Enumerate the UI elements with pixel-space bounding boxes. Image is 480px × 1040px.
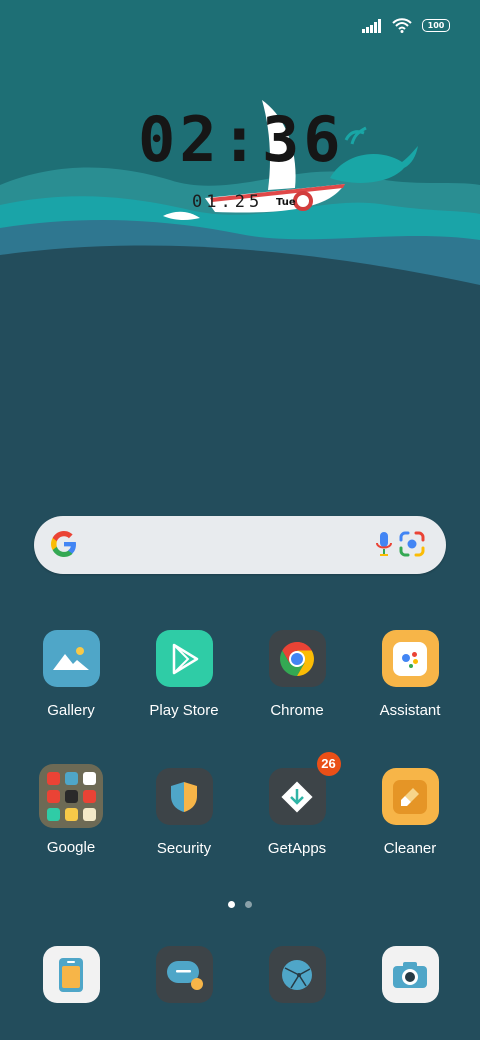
app-getapps[interactable]: 26 GetApps [241,752,353,857]
page-dot[interactable] [245,901,252,908]
mic-icon[interactable] [376,532,392,558]
app-security[interactable]: Security [128,768,240,857]
google-search-bar[interactable] [34,516,446,574]
lens-icon[interactable] [398,530,426,558]
browser-icon [268,946,326,1003]
camera-icon [381,946,439,1003]
gallery-icon [42,630,100,687]
app-label: Gallery [47,702,95,719]
dock-messages[interactable] [128,946,240,1003]
phone-icon [42,946,100,1003]
app-label: Play Store [149,702,219,719]
app-play-store[interactable]: Play Store [128,630,240,719]
page-indicator[interactable] [228,901,252,908]
google-folder-icon [39,764,103,828]
security-icon [155,768,213,825]
messages-icon [155,946,213,1003]
page-dot-active[interactable] [228,901,235,908]
app-label: Chrome [270,702,324,719]
dock-browser[interactable] [241,946,353,1003]
cleaner-icon [381,768,439,825]
app-chrome[interactable]: Chrome [241,630,353,719]
signal-icon [362,18,381,33]
dock-camera[interactable] [354,946,466,1003]
assistant-icon [381,630,439,687]
app-gallery[interactable]: Gallery [15,630,127,719]
chrome-icon [268,630,326,687]
notification-badge: 26 [316,752,341,776]
status-bar: 100 [362,18,450,33]
battery-indicator: 100 [422,19,450,32]
google-g-icon [51,531,76,557]
play-store-icon [155,630,213,687]
app-google-folder[interactable]: Google [15,764,127,856]
app-label: GetApps [267,840,327,857]
app-assistant[interactable]: Assistant [354,630,466,719]
clock-time[interactable]: 02:36 [138,109,343,171]
dock-phone[interactable] [15,946,127,1003]
wifi-icon [392,18,412,33]
app-label: Security [156,840,212,857]
app-label: Assistant [379,702,441,719]
app-label: Cleaner [383,840,437,857]
clock-date: 01.25 [192,192,264,212]
app-label: Google [46,839,96,856]
clock-weekday: Tue [276,197,296,208]
app-cleaner[interactable]: Cleaner [354,768,466,857]
getapps-icon: 26 [268,752,341,825]
